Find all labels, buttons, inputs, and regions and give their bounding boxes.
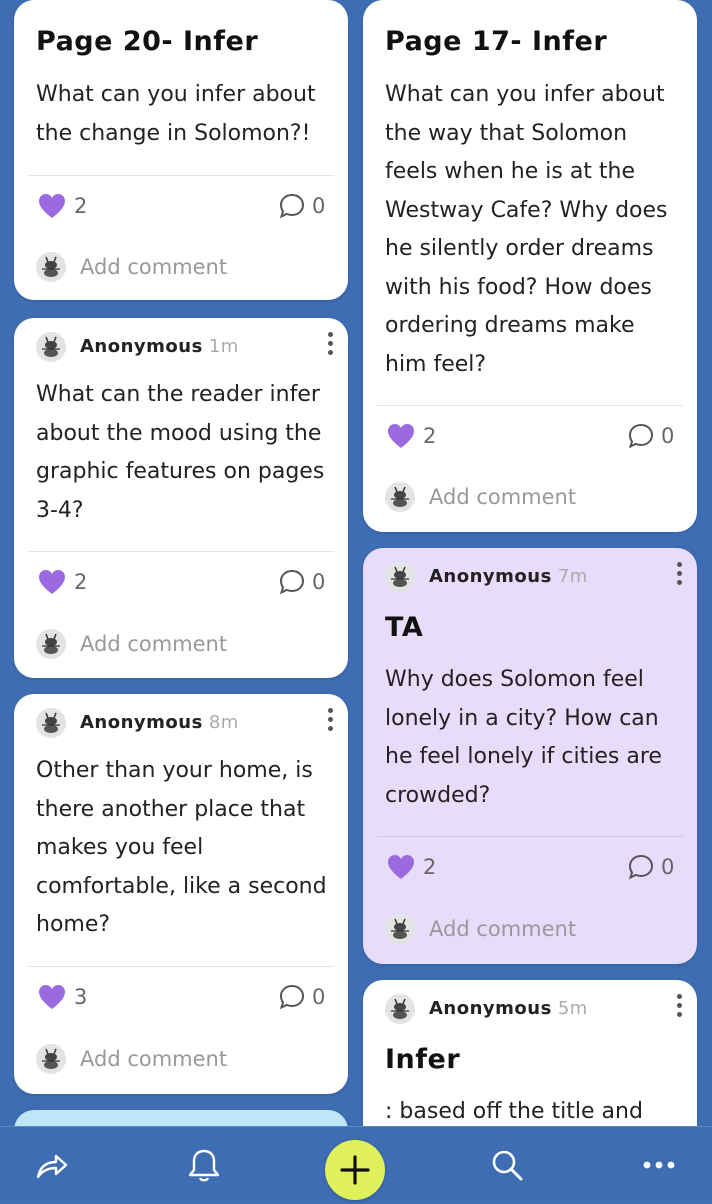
heart-icon[interactable] bbox=[38, 569, 66, 595]
post-author: Anonymous 5m bbox=[429, 998, 588, 1019]
avatar bbox=[385, 994, 415, 1024]
avatar bbox=[36, 708, 66, 738]
add-comment-input[interactable]: Add comment bbox=[80, 1047, 227, 1071]
add-post-button[interactable] bbox=[325, 1140, 385, 1200]
heart-icon[interactable] bbox=[38, 193, 66, 219]
author-name: Anonymous bbox=[80, 336, 203, 357]
avatar bbox=[385, 562, 415, 592]
divider bbox=[377, 836, 683, 837]
post-card[interactable]: Page 20- Infer What can you infer about … bbox=[14, 0, 348, 300]
avatar bbox=[385, 482, 415, 512]
plus-icon bbox=[340, 1155, 370, 1185]
bell-icon[interactable] bbox=[184, 1145, 224, 1185]
share-icon[interactable] bbox=[32, 1145, 72, 1185]
comment-icon[interactable] bbox=[278, 192, 306, 220]
post-author: Anonymous 8m bbox=[80, 712, 239, 733]
add-comment-input[interactable]: Add comment bbox=[429, 485, 576, 509]
post-card[interactable]: Anonymous 8m Other than your home, is the… bbox=[14, 694, 348, 1094]
heart-icon[interactable] bbox=[387, 423, 415, 449]
avatar bbox=[36, 332, 66, 362]
kebab-menu-icon[interactable] bbox=[326, 708, 334, 734]
post-time: 7m bbox=[557, 566, 588, 587]
post-title: TA bbox=[385, 612, 424, 643]
post-title: Infer bbox=[385, 1044, 461, 1075]
author-name: Anonymous bbox=[429, 566, 552, 587]
like-count: 2 bbox=[423, 855, 437, 879]
post-title: Page 20- Infer bbox=[36, 26, 259, 57]
post-body: What can you infer about the change in S… bbox=[36, 82, 316, 146]
post-card[interactable]: Anonymous 7m TA Why does Solomon feel lon… bbox=[363, 548, 697, 964]
kebab-menu-icon[interactable] bbox=[675, 994, 683, 1020]
divider bbox=[28, 175, 334, 176]
post-body: Why does Solomon feel lonely in a city? … bbox=[385, 667, 662, 808]
comment-icon[interactable] bbox=[627, 422, 655, 450]
post-card[interactable]: Anonymous 1m What can the reader infer ab… bbox=[14, 318, 348, 678]
post-body: What can the reader infer about the mood… bbox=[36, 382, 325, 523]
heart-icon[interactable] bbox=[38, 984, 66, 1010]
like-count: 2 bbox=[423, 424, 437, 448]
search-icon[interactable] bbox=[487, 1145, 527, 1185]
comment-count: 0 bbox=[312, 570, 326, 594]
author-name: Anonymous bbox=[429, 998, 552, 1019]
kebab-menu-icon[interactable] bbox=[675, 562, 683, 588]
avatar bbox=[36, 252, 66, 282]
comment-count: 0 bbox=[312, 985, 326, 1009]
post-author: Anonymous 1m bbox=[80, 336, 239, 357]
heart-icon[interactable] bbox=[387, 854, 415, 880]
like-count: 2 bbox=[74, 570, 88, 594]
add-comment-input[interactable]: Add comment bbox=[80, 255, 227, 279]
post-body: What can you infer about the way that So… bbox=[385, 82, 668, 377]
add-comment-input[interactable]: Add comment bbox=[429, 917, 576, 941]
comment-count: 0 bbox=[312, 194, 326, 218]
divider bbox=[377, 405, 683, 406]
kebab-menu-icon[interactable] bbox=[326, 332, 334, 358]
divider bbox=[28, 551, 334, 552]
post-body: Other than your home, is there another p… bbox=[36, 758, 327, 937]
post-time: 8m bbox=[208, 712, 239, 733]
comment-icon[interactable] bbox=[278, 568, 306, 596]
author-name: Anonymous bbox=[80, 712, 203, 733]
divider bbox=[28, 966, 334, 967]
like-count: 2 bbox=[74, 194, 88, 218]
like-count: 3 bbox=[74, 985, 88, 1009]
more-icon[interactable] bbox=[639, 1145, 679, 1185]
avatar bbox=[36, 629, 66, 659]
avatar bbox=[385, 914, 415, 944]
post-time: 5m bbox=[557, 998, 588, 1019]
avatar bbox=[36, 1044, 66, 1074]
post-author: Anonymous 7m bbox=[429, 566, 588, 587]
comment-count: 0 bbox=[661, 424, 675, 448]
post-time: 1m bbox=[208, 336, 239, 357]
comment-icon[interactable] bbox=[627, 853, 655, 881]
post-title: Page 17- Infer bbox=[385, 26, 608, 57]
comment-icon[interactable] bbox=[278, 983, 306, 1011]
add-comment-input[interactable]: Add comment bbox=[80, 632, 227, 656]
comment-count: 0 bbox=[661, 855, 675, 879]
post-card[interactable]: Page 17- Infer What can you infer about … bbox=[363, 0, 697, 532]
